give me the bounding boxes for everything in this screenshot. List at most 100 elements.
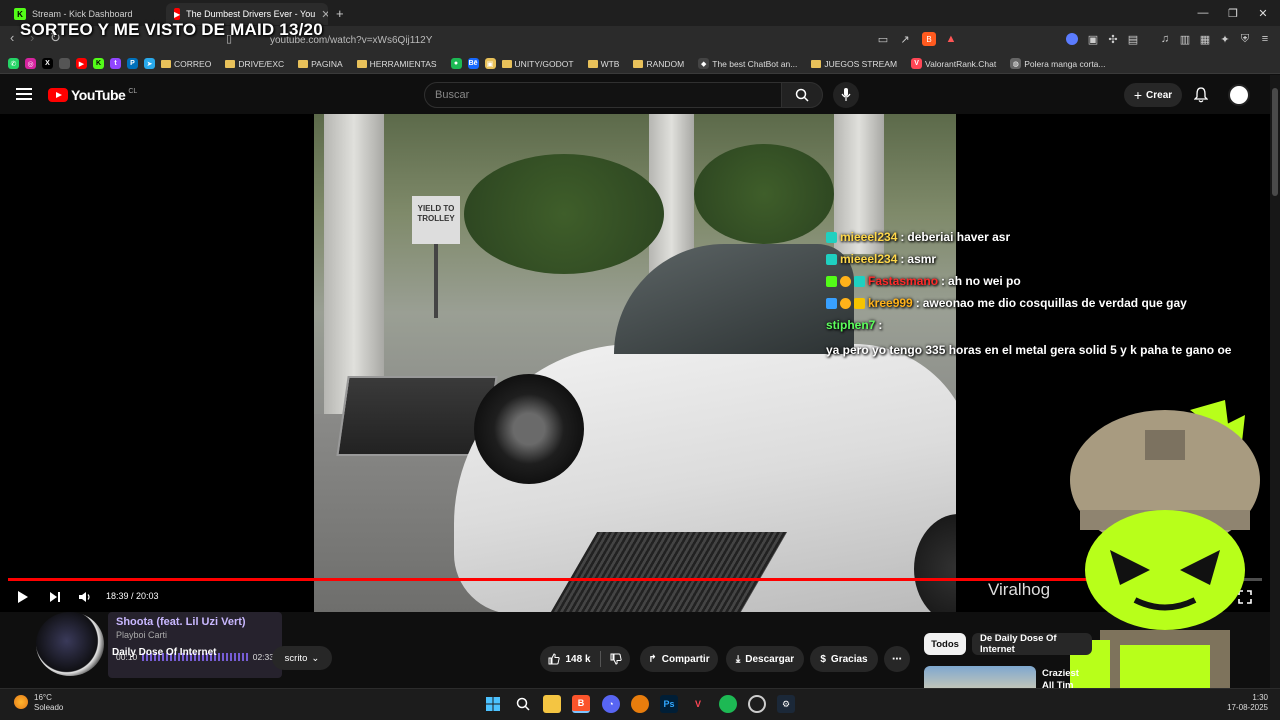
bookmarks-bar: ✆ ◎ X ▶ K t P ➤ CORREO DRIVE/EXC PAGINA …	[0, 54, 1280, 74]
share-button[interactable]: ↱ Compartir	[640, 646, 718, 672]
valorant-taskbar-icon[interactable]: V	[689, 695, 707, 713]
chip-all[interactable]: Todos	[924, 633, 966, 655]
x-twitter-icon[interactable]: X	[42, 58, 53, 69]
youtube-play-icon	[48, 88, 68, 102]
bookmark-folder[interactable]: WTB	[587, 59, 619, 69]
chip-from-channel[interactable]: De Daily Dose Of Internet	[972, 633, 1092, 655]
share-page-icon[interactable]: ↗	[898, 32, 912, 46]
bookmark-folder[interactable]: PAGINA	[298, 59, 343, 69]
video-frame[interactable]: YIELD TO TROLLEY	[314, 114, 956, 612]
brave-shields-icon[interactable]: B	[922, 32, 936, 46]
minimize-icon[interactable]: —	[1186, 0, 1220, 26]
restore-icon[interactable]: ❐	[1216, 0, 1250, 26]
bookmark-folder[interactable]: CORREO	[161, 59, 211, 69]
photoshop-icon[interactable]: Ps	[660, 695, 678, 713]
start-windows-icon[interactable]	[484, 695, 502, 713]
super-thanks-icon: $	[820, 653, 826, 665]
wallet-icon[interactable]: ▦	[1198, 32, 1212, 46]
account-avatar[interactable]	[1228, 84, 1250, 106]
close-window-icon[interactable]: ✕	[1246, 0, 1280, 26]
back-icon[interactable]: ‹	[10, 30, 14, 45]
vpn-shield-icon[interactable]: ⛨	[1238, 32, 1252, 46]
screenshot-icon[interactable]: ▣	[1086, 32, 1100, 46]
scrollbar-thumb[interactable]	[1272, 88, 1278, 196]
verified-badge-icon	[826, 297, 837, 309]
channel-name[interactable]: Daily Dose Of Internet	[112, 647, 216, 658]
sidebar-icon[interactable]: ▤	[1126, 32, 1140, 46]
whatsapp-icon[interactable]: ✆	[8, 58, 19, 69]
youtube-logo[interactable]: YouTube CL	[48, 87, 137, 103]
obs-icon[interactable]	[748, 695, 766, 713]
spotify-bookmark-icon[interactable]: ●	[450, 58, 462, 69]
channel-avatar[interactable]	[36, 612, 104, 676]
spotify-taskbar-icon[interactable]	[719, 695, 737, 713]
search-input[interactable]: Buscar	[424, 82, 782, 108]
file-explorer-icon[interactable]	[543, 695, 561, 713]
bookmark-link[interactable]: ◆ The best ChatBot an...	[698, 58, 797, 69]
bookmark-folder[interactable]: UNITY/GODOT	[501, 59, 574, 69]
streamer-mascot	[1070, 400, 1260, 700]
menu-icon[interactable]: ≡	[1258, 32, 1272, 46]
thanks-button[interactable]: $ Gracias	[810, 646, 878, 672]
bookmark-folder[interactable]: JUEGOS STREAM	[811, 59, 897, 69]
folder-icon	[356, 59, 367, 68]
media-icon[interactable]: ♫	[1158, 32, 1172, 46]
more-actions-button[interactable]: ⋯	[884, 646, 910, 672]
instagram-icon[interactable]: ◎	[25, 58, 36, 69]
kick-bookmark-icon[interactable]: K	[93, 58, 104, 69]
subscribe-button[interactable]: scrito ⌄	[272, 646, 332, 670]
voice-search-button[interactable]	[833, 82, 859, 108]
chat-text: deberiai haver asr	[907, 230, 1011, 244]
like-dislike-group[interactable]: 148 k	[540, 646, 630, 672]
folder-icon	[587, 59, 598, 68]
foliage	[464, 154, 664, 274]
search-button[interactable]	[781, 82, 823, 108]
taskbar-search-icon[interactable]	[514, 695, 532, 713]
system-clock[interactable]: 1:30 17-08-2025	[1226, 693, 1268, 713]
notifications-button[interactable]	[1192, 86, 1210, 104]
bookmark-folder[interactable]: HERRAMIENTAS	[356, 59, 437, 69]
sign-pole	[434, 244, 438, 318]
download-button[interactable]: ⤓ Descargar	[726, 646, 804, 672]
folder-icon	[811, 59, 822, 68]
road-sign: YIELD TO TROLLEY	[412, 196, 460, 244]
behance-icon[interactable]: Bē	[467, 58, 479, 69]
twitch-icon[interactable]: t	[110, 58, 121, 69]
steam-icon[interactable]: ⚙	[777, 695, 795, 713]
car-wheel	[474, 374, 584, 484]
bookmark-folder[interactable]: RANDOM	[633, 59, 684, 69]
youtube-bookmark-icon[interactable]: ▶	[76, 58, 87, 69]
chat-text: ah no wei po	[948, 274, 1021, 288]
gift-icon[interactable]: ▣	[484, 58, 496, 69]
extensions-icon[interactable]: ✣	[1106, 32, 1120, 46]
thumbs-down-icon	[610, 653, 622, 665]
reading-list-icon[interactable]: ▥	[1178, 32, 1192, 46]
weather-sun-icon[interactable]	[14, 695, 28, 709]
tab-label: The Dumbest Drivers Ever - You	[186, 9, 316, 19]
apple-icon[interactable]	[59, 58, 70, 69]
leo-ai-icon[interactable]: ✦	[1218, 32, 1232, 46]
hamburger-menu-icon[interactable]	[16, 88, 32, 100]
address-bar[interactable]: youtube.com/watch?v=xWs6Qij112Y	[260, 30, 900, 50]
bookmark-link[interactable]: ◍ Polera manga corta...	[1010, 58, 1106, 69]
bookmark-link[interactable]: V ValorantRank.Chat	[911, 58, 996, 69]
bookmark-folder[interactable]: DRIVE/EXC	[225, 59, 284, 69]
profile-extension-icon[interactable]	[1066, 33, 1078, 45]
weather-widget[interactable]: 16°C Soleado	[34, 693, 63, 713]
play-button[interactable]	[14, 588, 32, 606]
new-tab-icon[interactable]: +	[336, 6, 344, 21]
create-button[interactable]: + Crear	[1124, 83, 1182, 107]
telegram-icon[interactable]: ➤	[144, 58, 155, 69]
next-button[interactable]	[46, 588, 64, 606]
gift-badge-icon	[840, 297, 851, 309]
brave-browser-icon[interactable]: B	[572, 695, 590, 713]
discord-icon[interactable]: ◔	[602, 695, 620, 713]
brave-rewards-icon[interactable]: ▲	[944, 32, 958, 46]
close-tab-icon[interactable]: ✕	[321, 8, 328, 21]
cast-icon[interactable]: ▭	[876, 32, 890, 46]
folder-icon	[298, 59, 309, 68]
volume-button[interactable]	[76, 588, 94, 606]
paypal-icon[interactable]: P	[127, 58, 138, 69]
chevron-down-icon: ⌄	[311, 652, 320, 664]
blender-icon[interactable]	[631, 695, 649, 713]
